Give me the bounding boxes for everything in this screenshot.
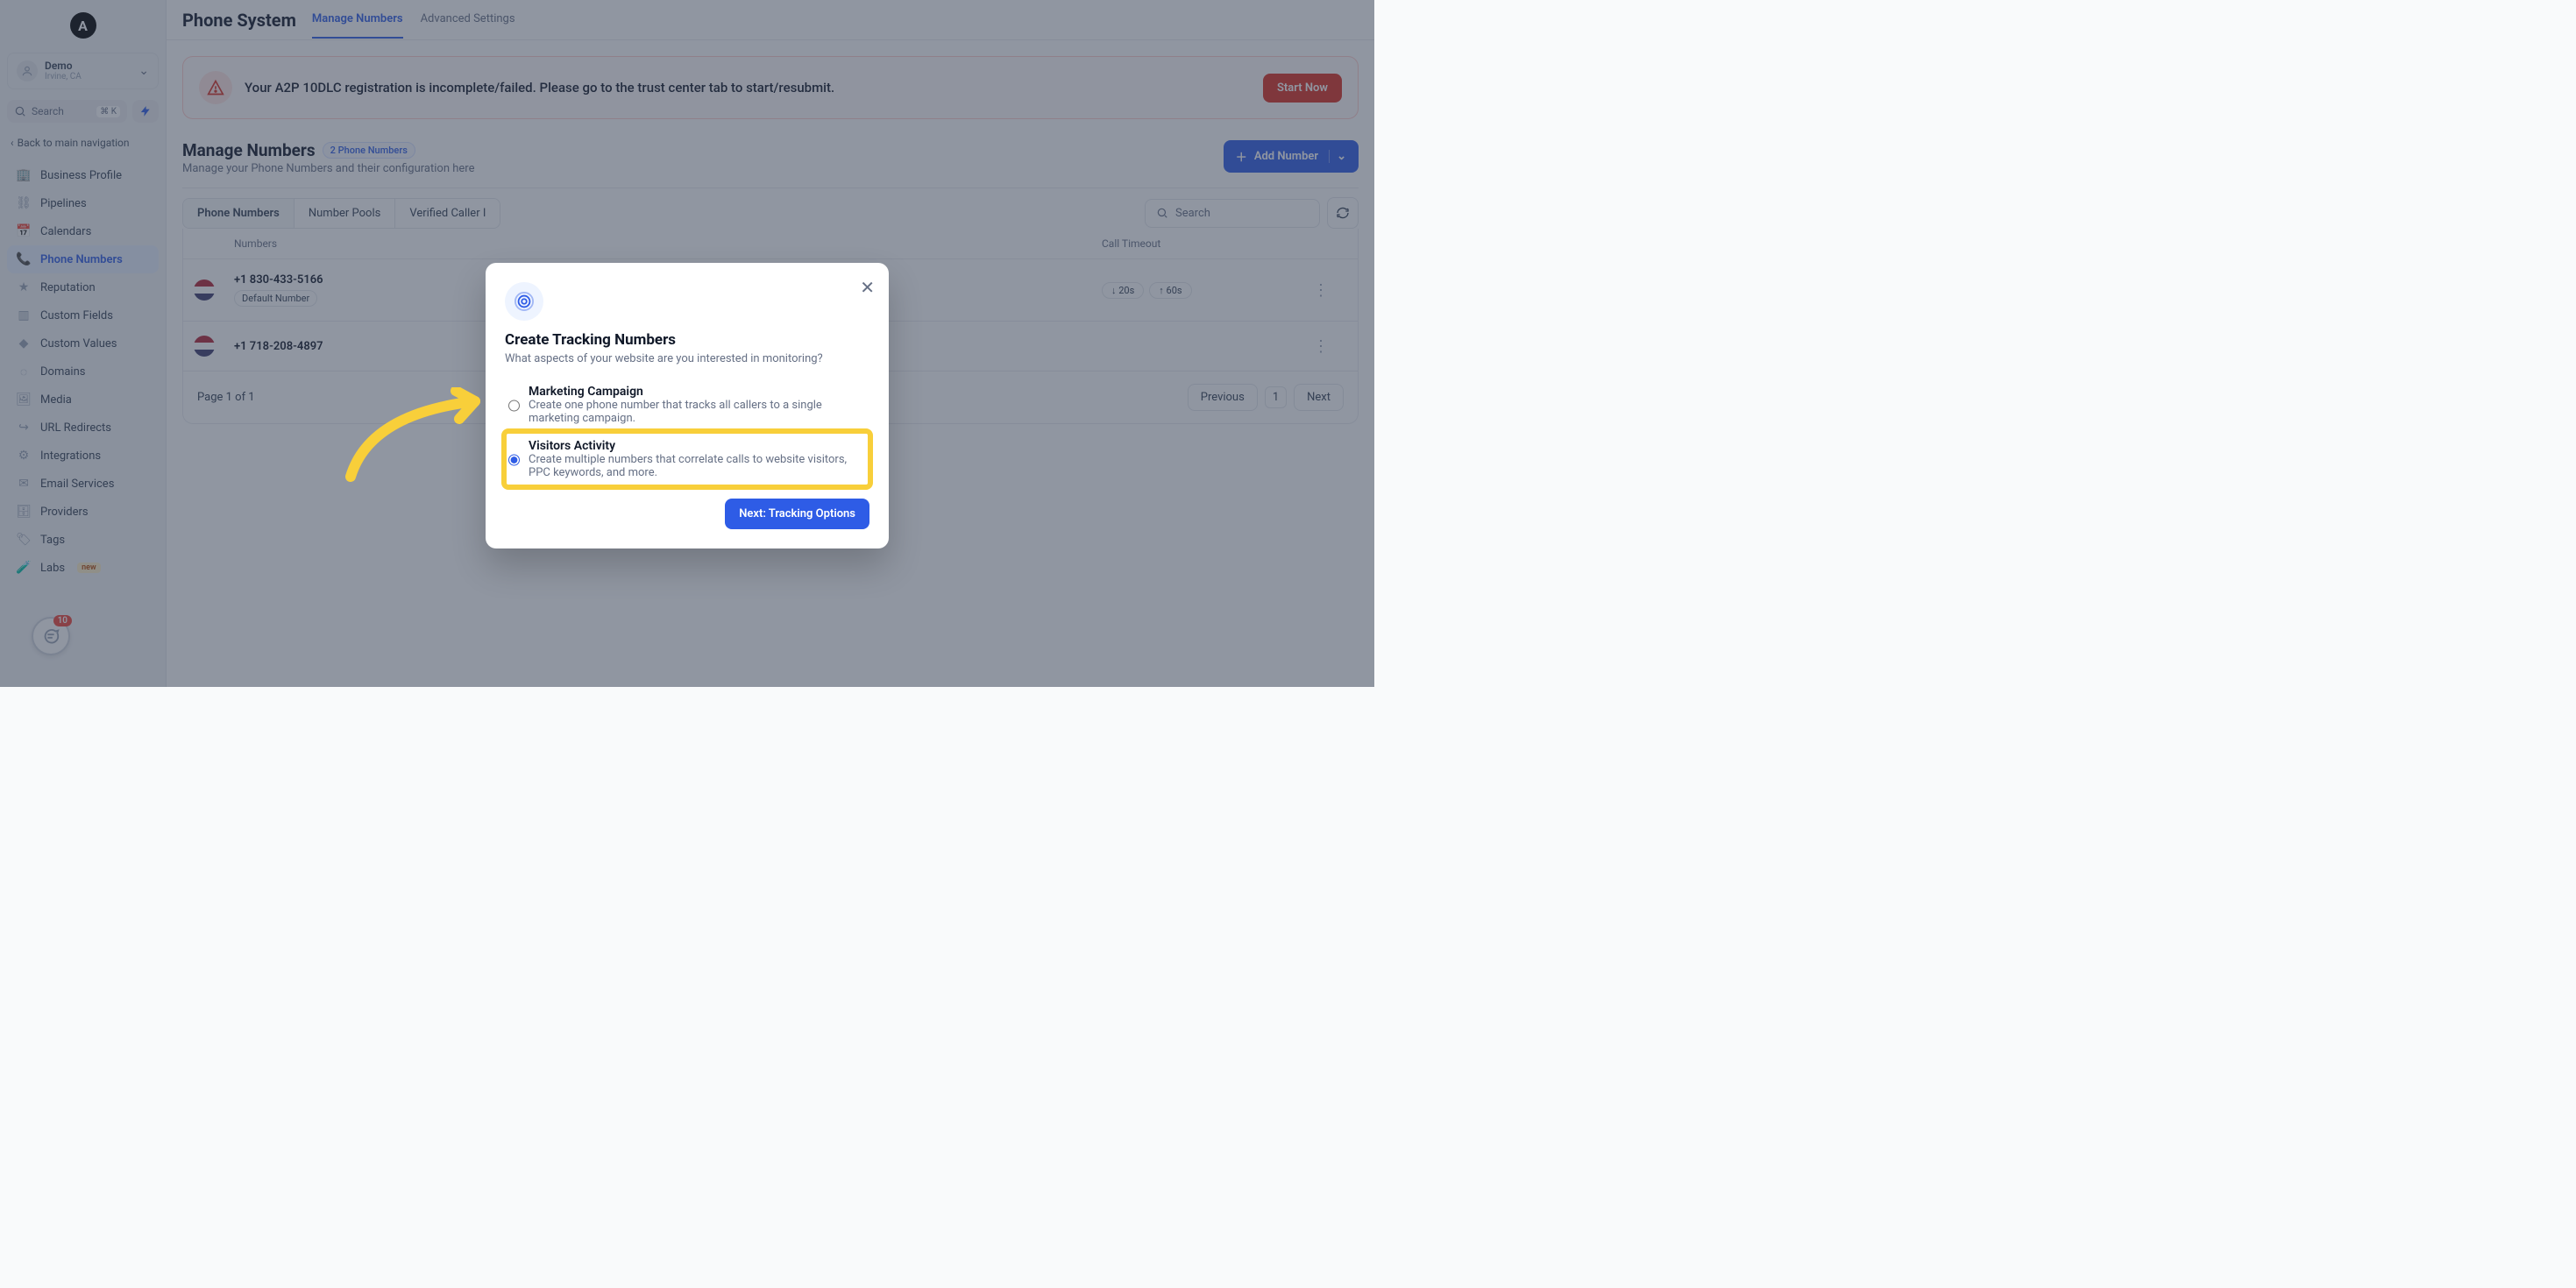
option-title: Marketing Campaign [529,385,866,399]
option-desc: Create multiple numbers that correlate c… [529,453,866,479]
tracking-option-visitors-activity[interactable]: Visitors ActivityCreate multiple numbers… [505,432,869,486]
radio-input[interactable] [508,441,520,479]
create-tracking-modal: ✕ Create Tracking Numbers What aspects o… [486,263,889,548]
radio-input[interactable] [508,386,520,425]
modal-title: Create Tracking Numbers [505,331,869,349]
option-title: Visitors Activity [529,439,866,453]
tracking-icon [505,282,543,321]
modal-close-button[interactable]: ✕ [860,277,875,298]
modal-next-button[interactable]: Next: Tracking Options [725,499,869,529]
option-desc: Create one phone number that tracks all … [529,399,866,425]
tracking-option-marketing-campaign[interactable]: Marketing CampaignCreate one phone numbe… [505,378,869,432]
modal-subtitle: What aspects of your website are you int… [505,352,869,365]
